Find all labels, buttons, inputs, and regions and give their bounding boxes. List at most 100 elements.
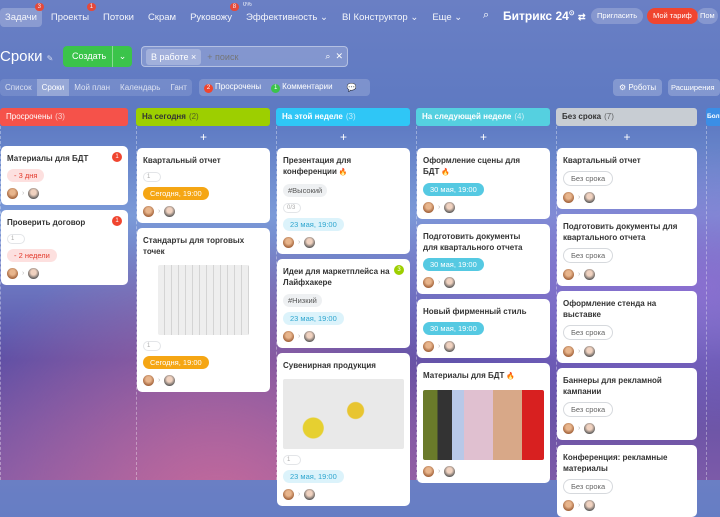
creator-avatar[interactable]: [143, 375, 154, 386]
search-icon[interactable]: ⌕: [325, 51, 330, 62]
creator-avatar[interactable]: [563, 269, 574, 280]
deadline-badge[interactable]: Сегодня, 19:00: [143, 187, 209, 200]
deadline-badge[interactable]: 30 мая, 19:00: [423, 322, 484, 335]
task-card[interactable]: Подготовить документы для квартального о…: [417, 224, 550, 294]
nav-item[interactable]: Задачи 3: [0, 2, 44, 27]
view-list[interactable]: Список: [0, 79, 37, 96]
creator-avatar[interactable]: [423, 277, 434, 288]
help-button[interactable]: Пом: [697, 8, 718, 24]
task-card[interactable]: Конференция: рекламные материалы Без срок…: [557, 445, 697, 517]
creator-avatar[interactable]: [283, 237, 294, 248]
deadline-badge[interactable]: 23 мая, 19:00: [283, 470, 344, 483]
invite-button[interactable]: Пригласить: [591, 8, 644, 24]
extensions-button[interactable]: Расширения: [668, 79, 720, 96]
creator-avatar[interactable]: [7, 268, 18, 279]
task-card[interactable]: Идеи для маркетплейса на Лайфхакере 3 #Низ…: [277, 259, 410, 348]
deadline-badge[interactable]: Без срока: [563, 325, 614, 340]
creator-avatar[interactable]: [563, 500, 574, 511]
my-tariff-button[interactable]: Мой тариф: [647, 8, 698, 24]
task-card[interactable]: Квартальный отчет 1 Сегодня, 19:00 ›: [137, 148, 270, 223]
pin-icon[interactable]: ✎: [47, 54, 54, 63]
add-task-button[interactable]: +: [557, 126, 697, 148]
creator-avatar[interactable]: [283, 489, 294, 500]
responsible-avatar[interactable]: [304, 489, 316, 500]
task-card[interactable]: Квартальный отчет Без срока ›: [557, 148, 697, 209]
column-header[interactable]: Бол: [706, 108, 720, 126]
task-card[interactable]: Материалы для БДТ 🔥 ›: [417, 363, 550, 483]
deadline-badge[interactable]: Сегодня, 19:00: [143, 356, 209, 369]
view-gantt[interactable]: Гант: [165, 79, 191, 96]
responsible-avatar[interactable]: [584, 269, 596, 280]
responsible-avatar[interactable]: [444, 466, 456, 477]
deadline-badge[interactable]: 30 мая, 19:00: [423, 183, 484, 196]
creator-avatar[interactable]: [283, 331, 294, 342]
bitrix24-logo[interactable]: Битрикс 24⊙ ⇄: [503, 9, 586, 23]
task-card[interactable]: Презентация для конференции 🔥 #Высокий 0/3…: [277, 148, 410, 254]
deadline-badge[interactable]: Без срока: [563, 479, 614, 494]
task-card[interactable]: Материалы для БДТ 1 - 3 дня ›: [1, 146, 128, 205]
nav-item[interactable]: Скрам: [143, 8, 181, 27]
task-card[interactable]: Оформление стенда на выставке Без срока ›: [557, 291, 697, 363]
creator-avatar[interactable]: [423, 466, 434, 477]
creator-avatar[interactable]: [143, 206, 154, 217]
filter-chip[interactable]: В работе ×: [146, 48, 202, 65]
task-card[interactable]: Подготовить документы для квартального о…: [557, 214, 697, 286]
creator-avatar[interactable]: [563, 423, 574, 434]
create-button[interactable]: Создать ⌄: [63, 46, 132, 67]
nav-item[interactable]: Потоки: [98, 8, 139, 27]
column-header[interactable]: На сегодня (2): [136, 108, 270, 126]
deadline-badge[interactable]: 23 мая, 19:00: [283, 218, 344, 231]
search-input[interactable]: [207, 51, 326, 62]
nav-item[interactable]: Эффективность ⌄ 0%: [241, 2, 333, 27]
clear-icon[interactable]: ✕: [335, 51, 343, 62]
creator-avatar[interactable]: [423, 202, 434, 213]
task-card[interactable]: Стандарты для торговых точек 1 Сегодня, 19…: [137, 228, 270, 392]
add-task-button[interactable]: +: [417, 126, 550, 148]
creator-avatar[interactable]: [7, 188, 18, 199]
responsible-avatar[interactable]: [444, 277, 456, 288]
column-header[interactable]: Без срока (7): [556, 108, 697, 126]
add-task-button[interactable]: +: [137, 126, 270, 148]
nav-item[interactable]: Руковожу 8: [185, 2, 240, 27]
task-card[interactable]: Оформление сцены для БДТ 🔥 30 мая, 19:00 ›: [417, 148, 550, 219]
creator-avatar[interactable]: [563, 346, 574, 357]
responsible-avatar[interactable]: [304, 331, 316, 342]
deadline-badge[interactable]: 30 мая, 19:00: [423, 258, 484, 271]
close-icon[interactable]: ×: [191, 52, 196, 62]
responsible-avatar[interactable]: [584, 346, 596, 357]
robots-button[interactable]: ⚙ Роботы: [613, 79, 663, 96]
responsible-avatar[interactable]: [444, 202, 456, 213]
view-deadlines[interactable]: Сроки: [36, 79, 70, 96]
responsible-avatar[interactable]: [164, 206, 176, 217]
responsible-avatar[interactable]: [304, 237, 316, 248]
task-card[interactable]: Проверить договор 1 1 - 2 недели ›: [1, 210, 128, 285]
priority-tag[interactable]: #Низкий: [283, 294, 322, 307]
deadline-badge[interactable]: Без срока: [563, 248, 614, 263]
responsible-avatar[interactable]: [584, 423, 596, 434]
search-icon[interactable]: ⌕: [483, 9, 489, 22]
add-task-button[interactable]: +: [277, 126, 410, 148]
task-card[interactable]: Новый фирменный стиль 30 мая, 19:00 ›: [417, 299, 550, 358]
overdue-counter[interactable]: 2 Просрочены: [204, 82, 261, 93]
responsible-avatar[interactable]: [28, 268, 40, 279]
responsible-avatar[interactable]: [164, 375, 176, 386]
responsible-avatar[interactable]: [584, 192, 596, 203]
column-header[interactable]: Просрочены (3): [0, 108, 128, 126]
creator-avatar[interactable]: [563, 192, 574, 203]
responsible-avatar[interactable]: [584, 500, 596, 511]
creator-avatar[interactable]: [423, 341, 434, 352]
deadline-badge[interactable]: - 3 дня: [7, 169, 45, 182]
deadline-badge[interactable]: - 2 недели: [7, 249, 57, 262]
view-calendar[interactable]: Календарь: [115, 79, 165, 96]
chevron-down-icon[interactable]: ⌄: [112, 46, 132, 67]
nav-item[interactable]: Проекты 1: [46, 2, 97, 27]
task-card[interactable]: Баннеры для рекламной кампании Без срока ›: [557, 368, 697, 440]
deadline-badge[interactable]: Без срока: [563, 171, 614, 186]
nav-item[interactable]: Еще ⌄: [427, 8, 467, 27]
task-card[interactable]: Сувенирная продукция 1 23 мая, 19:00 ›: [277, 353, 410, 506]
nav-item[interactable]: BI Конструктор ⌄: [337, 8, 423, 27]
comments-counter[interactable]: 1 Комментарии: [271, 82, 333, 93]
column-header[interactable]: На следующей неделе (4): [416, 108, 550, 126]
responsible-avatar[interactable]: [444, 341, 456, 352]
deadline-badge[interactable]: Без срока: [563, 402, 614, 417]
